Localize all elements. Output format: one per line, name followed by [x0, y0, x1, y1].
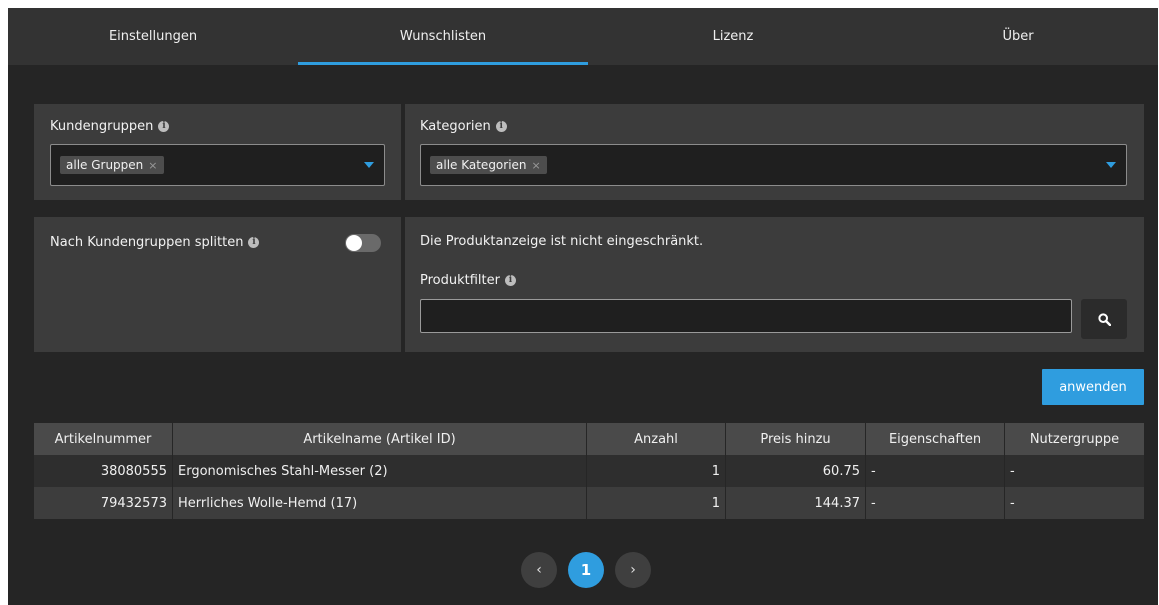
tab-label: Einstellungen [108, 29, 198, 44]
tab-ueber[interactable]: Über [878, 8, 1158, 65]
prev-page-button[interactable]: ‹ [521, 552, 557, 588]
split-toggle[interactable] [345, 234, 381, 252]
categories-panel: Kategorien i alle Kategorien × [405, 104, 1144, 200]
customer-groups-panel: Kundengruppen i alle Gruppen × [34, 104, 401, 200]
column-header-anzahl[interactable]: Anzahl [587, 423, 726, 455]
tab-bar: Einstellungen Wunschlisten Lizenz Über [8, 8, 1158, 65]
chip-label: alle Gruppen [66, 158, 144, 172]
categories-select[interactable]: alle Kategorien × [420, 144, 1127, 186]
customer-groups-select[interactable]: alle Gruppen × [50, 144, 385, 186]
customer-groups-label-text: Kundengruppen [50, 119, 154, 134]
page-button-current[interactable]: 1 [568, 552, 604, 588]
chevron-right-icon: › [630, 562, 636, 578]
table-row[interactable]: 38080555 Ergonomisches Stahl-Messer (2) … [34, 455, 1144, 487]
cell-anzahl: 1 [587, 487, 726, 519]
table-body: 38080555 Ergonomisches Stahl-Messer (2) … [34, 455, 1144, 519]
cell-nutzergruppe: - [1005, 455, 1144, 487]
product-filter-label: Produktfilter i [420, 273, 516, 288]
tab-einstellungen[interactable]: Einstellungen [8, 8, 298, 65]
apply-button[interactable]: anwenden [1042, 369, 1144, 405]
table-row[interactable]: 79432573 Herrliches Wolle-Hemd (17) 1 14… [34, 487, 1144, 519]
search-button[interactable] [1081, 299, 1127, 339]
info-icon[interactable]: i [158, 121, 170, 132]
wishlist-table: Artikelnummer Artikelname (Artikel ID) A… [34, 423, 1144, 519]
cell-preis: 60.75 [726, 455, 866, 487]
tab-label: Wunschlisten [399, 29, 487, 44]
customer-group-chip: alle Gruppen × [60, 156, 164, 174]
column-header-nutzergruppe[interactable]: Nutzergruppe [1005, 423, 1144, 455]
caret-down-icon[interactable] [364, 162, 374, 168]
column-header-artikelnummer[interactable]: Artikelnummer [34, 423, 173, 455]
cell-artikelnummer: 38080555 [34, 455, 173, 487]
info-icon[interactable]: i [248, 237, 260, 248]
cell-eigenschaften: - [866, 455, 1005, 487]
cell-preis: 144.37 [726, 487, 866, 519]
cell-nutzergruppe: - [1005, 487, 1144, 519]
column-header-preis[interactable]: Preis hinzu [726, 423, 866, 455]
app-window: Einstellungen Wunschlisten Lizenz Über K… [8, 8, 1158, 605]
column-header-artikelname[interactable]: Artikelname (Artikel ID) [173, 423, 587, 455]
info-icon[interactable]: i [504, 275, 516, 286]
caret-down-icon[interactable] [1106, 162, 1116, 168]
product-filter-panel: Die Produktanzeige ist nicht eingeschrän… [405, 217, 1144, 352]
toggle-knob [346, 235, 362, 251]
cell-anzahl: 1 [587, 455, 726, 487]
tab-wunschlisten[interactable]: Wunschlisten [298, 8, 588, 65]
next-page-button[interactable]: › [615, 552, 651, 588]
search-icon [1097, 312, 1111, 326]
cell-artikelnummer: 79432573 [34, 487, 173, 519]
pagination: ‹ 1 › [521, 552, 651, 588]
cell-artikelname: Herrliches Wolle-Hemd (17) [173, 487, 587, 519]
split-label: Nach Kundengruppen splitten i [50, 235, 260, 250]
customer-groups-label: Kundengruppen i [50, 119, 170, 134]
cell-artikelname: Ergonomisches Stahl-Messer (2) [173, 455, 587, 487]
table-header-row: Artikelnummer Artikelname (Artikel ID) A… [34, 423, 1144, 455]
cell-eigenschaften: - [866, 487, 1005, 519]
product-filter-label-text: Produktfilter [420, 273, 500, 288]
chip-label: alle Kategorien [436, 158, 527, 172]
split-panel: Nach Kundengruppen splitten i [34, 217, 401, 352]
column-header-eigenschaften[interactable]: Eigenschaften [866, 423, 1005, 455]
category-chip: alle Kategorien × [430, 156, 547, 174]
categories-label-text: Kategorien [420, 119, 491, 134]
chevron-left-icon: ‹ [536, 562, 542, 578]
close-icon[interactable]: × [148, 159, 157, 172]
tab-lizenz[interactable]: Lizenz [588, 8, 878, 65]
split-label-text: Nach Kundengruppen splitten [50, 235, 244, 250]
tab-label: Lizenz [712, 29, 754, 44]
close-icon[interactable]: × [532, 159, 541, 172]
info-icon[interactable]: i [495, 121, 507, 132]
tab-label: Über [1002, 29, 1034, 44]
categories-label: Kategorien i [420, 119, 507, 134]
product-filter-status: Die Produktanzeige ist nicht eingeschrän… [420, 234, 704, 249]
product-filter-input[interactable] [420, 299, 1072, 333]
